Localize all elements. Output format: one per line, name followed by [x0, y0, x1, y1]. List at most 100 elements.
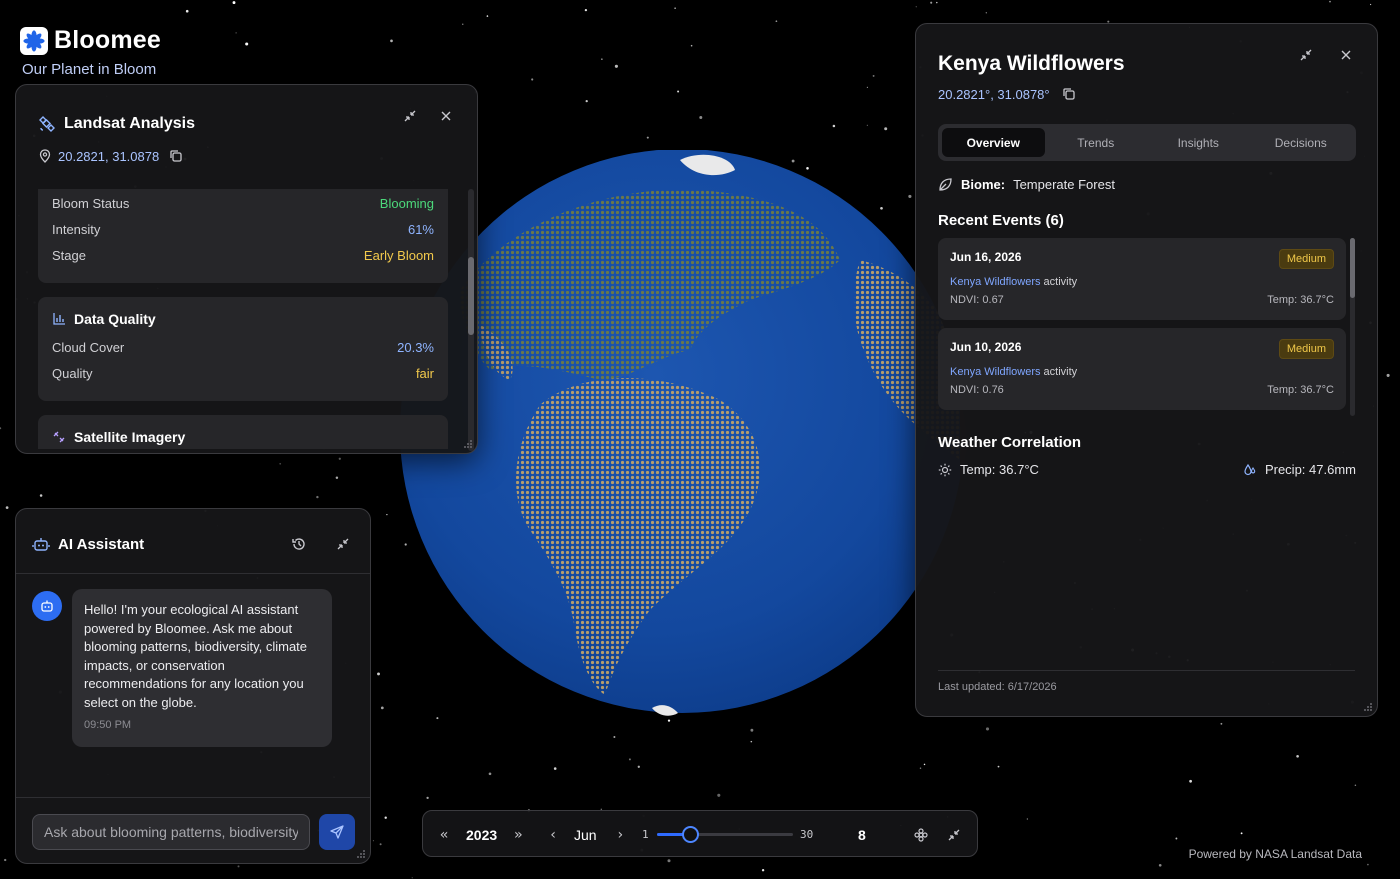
flower-icon — [23, 29, 45, 52]
month-value: Jun — [574, 826, 597, 843]
copy-location-coords-button[interactable] — [1058, 83, 1080, 105]
animate-button[interactable] — [914, 811, 928, 858]
weather-temp: Temp: 36.7°C — [960, 462, 1039, 477]
last-updated: Last updated: 6/17/2026 — [938, 681, 1057, 693]
timeline-control: « 2023 » ‹ Jun › 1 30 8 — [422, 810, 978, 857]
severity-badge: Medium — [1278, 249, 1334, 269]
data-quality-title: Data Quality — [74, 311, 156, 327]
event-temp: Temp: 36.7°C — [1267, 294, 1334, 306]
close-button[interactable] — [435, 105, 457, 127]
send-icon — [330, 825, 344, 839]
assistant-divider — [16, 573, 370, 574]
event-item[interactable]: Jun 10, 2026 Medium Kenya Wildflowers ac… — [938, 328, 1346, 410]
prev-year-button[interactable]: « — [440, 811, 448, 858]
history-button[interactable] — [288, 533, 310, 555]
landsat-title: Landsat Analysis — [64, 115, 196, 132]
bar-chart-icon — [53, 313, 65, 325]
brand-name: Bloomee — [54, 26, 161, 54]
tab-insights[interactable]: Insights — [1147, 128, 1250, 157]
day-value: 8 — [858, 826, 866, 843]
timeline-minimize-button[interactable] — [947, 811, 961, 858]
history-icon — [292, 538, 305, 550]
event-activity: Kenya Wildflowers activity — [950, 276, 1078, 288]
year-value: 2023 — [466, 826, 498, 843]
copy-icon — [1062, 88, 1075, 100]
events-scrollbar[interactable] — [1350, 238, 1355, 416]
event-date: Jun 10, 2026 — [950, 340, 1022, 354]
chat-input[interactable] — [32, 814, 310, 850]
collapse-icon — [1300, 49, 1312, 61]
events-scrollbar-thumb[interactable] — [1350, 238, 1355, 298]
location-details-panel: Kenya Wildflowers 20.2821°, 31.0878° Ove… — [915, 23, 1378, 717]
location-minimize-button[interactable] — [1295, 44, 1317, 66]
bot-avatar — [32, 591, 62, 621]
event-location-link[interactable]: Kenya Wildflowers — [950, 366, 1040, 378]
event-location-link[interactable]: Kenya Wildflowers — [950, 276, 1040, 288]
resize-handle-icon[interactable] — [463, 439, 473, 449]
tab-overview[interactable]: Overview — [942, 128, 1045, 157]
day-range-max: 30 — [800, 828, 814, 841]
satellite-icon — [39, 116, 55, 132]
event-activity: Kenya Wildflowers activity — [950, 366, 1078, 378]
collapse-icon — [337, 538, 349, 550]
event-temp: Temp: 36.7°C — [1267, 384, 1334, 396]
event-date: Jun 16, 2026 — [950, 250, 1022, 264]
bloom-status-value: Blooming — [379, 196, 434, 211]
assistant-message-text: Hello! I'm your ecological AI assistant … — [84, 602, 308, 710]
location-tabs: Overview Trends Insights Decisions — [938, 124, 1356, 161]
location-title: Kenya Wildflowers — [938, 52, 1125, 75]
brand: Bloomee Our Planet in Bloom — [20, 26, 161, 78]
location-pin-icon — [39, 149, 51, 163]
event-ndvi: NDVI: 0.76 — [950, 384, 1004, 396]
day-slider-thumb[interactable] — [681, 826, 699, 843]
tab-trends[interactable]: Trends — [1045, 128, 1148, 157]
resize-handle-icon[interactable] — [1363, 702, 1373, 712]
weather-row: Temp: 36.7°C Precip: 47.6mm — [938, 462, 1356, 477]
next-month-button[interactable]: › — [616, 811, 624, 858]
biome-row: Biome: Temperate Forest — [938, 177, 1115, 192]
minimize-button[interactable] — [399, 105, 421, 127]
quality-row-quality: Quality fair — [52, 361, 434, 387]
assistant-message: Hello! I'm your ecological AI assistant … — [72, 589, 332, 747]
day-range-min: 1 — [642, 828, 649, 841]
landsat-analysis-panel: Landsat Analysis 20.2821, 31.0878 Bloom … — [15, 84, 478, 454]
assistant-minimize-button[interactable] — [332, 533, 354, 555]
location-close-button[interactable] — [1335, 44, 1357, 66]
bloom-row-intensity: Intensity 61% — [52, 217, 434, 243]
bloomee-logo — [20, 26, 48, 55]
bloom-row-status: Bloom Status Blooming — [52, 191, 434, 217]
brand-tagline: Our Planet in Bloom — [22, 61, 157, 78]
landsat-scrollbar[interactable] — [468, 189, 474, 451]
landsat-scroll-area[interactable]: Bloom Status Blooming Intensity 61% Stag… — [38, 189, 448, 449]
events-list[interactable]: Jun 16, 2026 Medium Kenya Wildflowers ac… — [938, 238, 1356, 416]
chat-input-bar — [16, 797, 370, 863]
bot-avatar-icon — [41, 600, 53, 612]
tab-decisions[interactable]: Decisions — [1250, 128, 1353, 157]
stage-value: Early Bloom — [363, 248, 434, 263]
droplets-icon — [1244, 463, 1256, 475]
bloom-card: Bloom Status Blooming Intensity 61% Stag… — [38, 189, 448, 283]
severity-badge: Medium — [1278, 339, 1334, 359]
data-quality-card: Data Quality Cloud Cover 20.3% Quality f… — [38, 297, 448, 401]
landsat-scrollbar-thumb[interactable] — [468, 257, 474, 335]
close-icon — [441, 111, 451, 121]
prev-month-button[interactable]: ‹ — [549, 811, 557, 858]
globe[interactable] — [400, 150, 960, 720]
location-footer-divider — [938, 670, 1355, 671]
location-coords: 20.2821°, 31.0878° — [938, 86, 1050, 102]
event-item[interactable]: Jun 16, 2026 Medium Kenya Wildflowers ac… — [938, 238, 1346, 320]
copy-coords-button[interactable] — [165, 145, 187, 167]
leaf-icon — [939, 178, 952, 191]
intensity-value: 61% — [407, 222, 434, 237]
day-slider[interactable] — [657, 826, 793, 843]
next-year-button[interactable]: » — [514, 811, 522, 858]
message-timestamp: 09:50 PM — [84, 719, 132, 731]
quality-row-cloud: Cloud Cover 20.3% — [52, 335, 434, 361]
send-button[interactable] — [319, 814, 355, 850]
satellite-imagery-title: Satellite Imagery — [74, 429, 186, 445]
quality-value: fair — [415, 366, 434, 381]
weather-precip: Precip: 47.6mm — [1264, 462, 1356, 477]
assistant-title: AI Assistant — [58, 535, 145, 553]
biome-value: Temperate Forest — [1013, 177, 1115, 192]
resize-handle-icon[interactable] — [356, 849, 366, 859]
